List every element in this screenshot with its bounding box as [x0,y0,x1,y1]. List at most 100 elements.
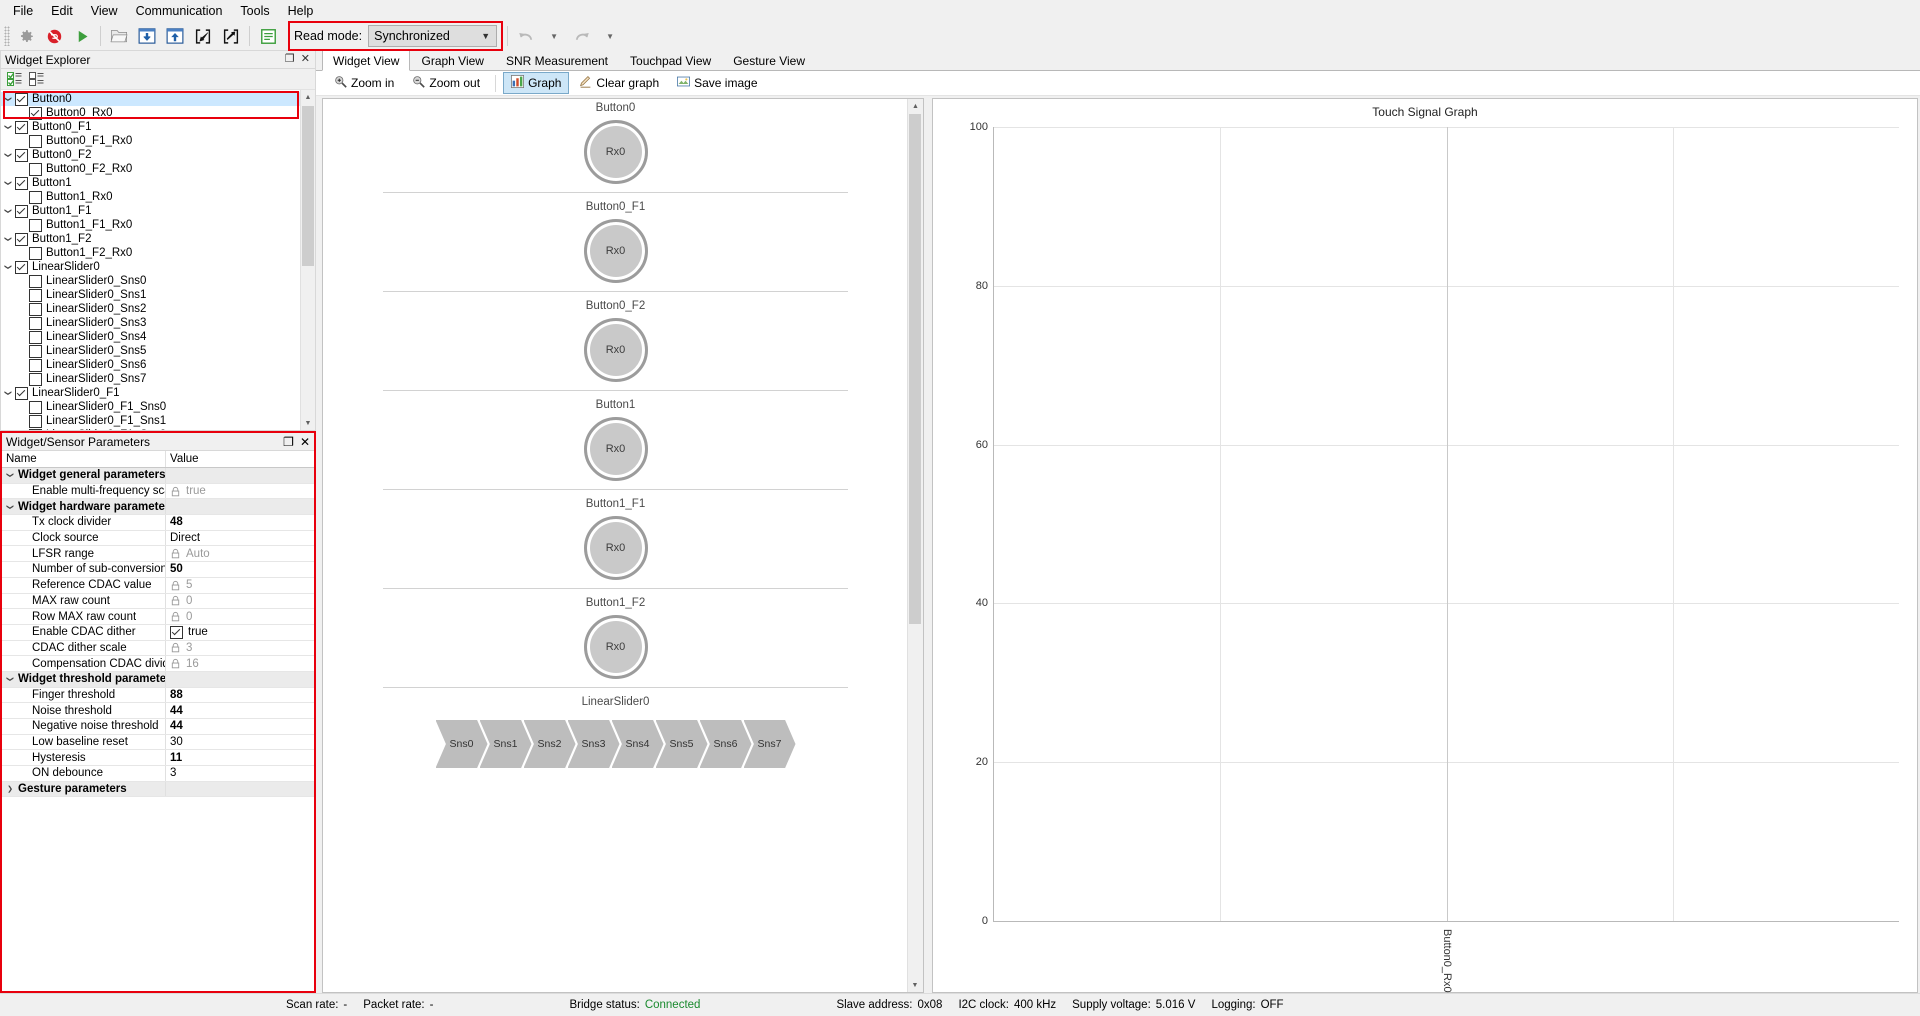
tree-node-checkbox[interactable] [15,148,28,162]
uncheck-all-icon[interactable] [29,72,45,86]
scrollbar-thumb[interactable] [302,106,314,266]
tab-snr-measurement[interactable]: SNR Measurement [494,50,620,70]
tree-node[interactable]: LinearSlider0_Sns4 [1,330,315,344]
widget-view-item[interactable]: Button0_F2 Rx0 [323,292,908,391]
parameter-value-cell[interactable]: 3 [166,641,314,656]
parameter-value-cell[interactable]: 30 [166,735,314,750]
parameter-row[interactable]: CDAC dither scale 3 [2,640,314,657]
tree-node[interactable]: LinearSlider0_Sns1 [1,288,315,302]
tree-node-checkbox[interactable] [29,106,42,120]
tree-node[interactable]: ❯ Button0_F2 [1,148,315,162]
tree-node[interactable]: LinearSlider0_F1_Sns0 [1,400,315,414]
chevron-right-icon[interactable]: ❯ [2,785,18,793]
parameter-row[interactable]: Compensation CDAC divider 16 [2,656,314,672]
zoom-out-button[interactable]: Zoom out [404,72,488,94]
linear-slider[interactable]: Sns0 Sns1 Sns2 Sns3 Sns4 Sns5 Sns6 Sns7 [323,720,908,768]
parameter-row[interactable]: ON debounce 3 [2,766,314,782]
widget-view-item[interactable]: Button1_F1 Rx0 [323,490,908,589]
settings-button[interactable] [12,23,40,49]
widget-view-item[interactable]: Button0_F1 Rx0 [323,193,908,292]
tree-node-checkbox[interactable] [15,260,28,274]
log-button[interactable] [254,23,282,49]
toolbar-grip[interactable] [4,26,10,46]
redo-button[interactable] [568,23,596,49]
parameter-value-cell[interactable]: 3 [166,766,314,781]
parameter-value-cell[interactable]: 48 [166,515,314,530]
menu-item-file[interactable]: File [4,1,42,21]
tree-node-checkbox[interactable] [29,330,42,344]
tab-gesture-view[interactable]: Gesture View [722,50,816,70]
chevron-down-icon[interactable]: ❯ [4,260,12,274]
widget-view-item[interactable]: Button0 Rx0 [323,99,908,193]
widget-button-shape[interactable]: Rx0 [583,417,648,481]
widget-tree-scrollbar[interactable]: ▲ ▼ [300,90,315,430]
widget-view-canvas[interactable]: Button0 Rx0 Button0_F1 Rx0 Button0_F2 Rx0 Butt… [322,98,924,993]
tree-node-checkbox[interactable] [15,232,28,246]
tree-node[interactable]: ❯ Button0_F1 [1,120,315,134]
tree-node[interactable]: Button0_F2_Rx0 [1,162,315,176]
tree-node[interactable]: Button1_F2_Rx0 [1,246,315,260]
menu-item-edit[interactable]: Edit [42,1,82,21]
tree-node[interactable]: ❯ LinearSlider0 [1,260,315,274]
widget-view-item[interactable]: Button1 Rx0 [323,391,908,490]
scroll-down-icon[interactable]: ▼ [909,978,921,992]
parameter-row[interactable]: Enable multi-frequency scan true [2,483,314,500]
tree-node-checkbox[interactable] [29,218,42,232]
tree-node[interactable]: LinearSlider0_Sns7 [1,372,315,386]
tree-node[interactable]: LinearSlider0_Sns6 [1,358,315,372]
zoom-in-button[interactable]: Zoom in [326,72,402,94]
clear-graph-button[interactable]: Clear graph [571,72,667,94]
parameter-group-row[interactable]: ❯ Widget threshold parameters [2,671,314,688]
parameter-value-cell[interactable] [166,499,314,515]
tree-node-checkbox[interactable] [29,274,42,288]
parameter-value-cell[interactable] [166,671,314,687]
tree-node-checkbox[interactable] [29,344,42,358]
parameter-row[interactable]: Noise threshold 44 [2,703,314,719]
read-mode-select[interactable]: Synchronized ▼ [368,25,498,47]
tree-node-checkbox[interactable] [29,372,42,386]
tree-node-checkbox[interactable] [29,302,42,316]
parameter-checkbox[interactable] [170,625,183,639]
scrollbar-thumb[interactable] [909,114,921,624]
parameter-row[interactable]: Finger threshold 88 [2,687,314,704]
parameter-value-cell[interactable]: 0 [166,594,314,609]
tree-node-checkbox[interactable] [15,92,28,106]
export-button[interactable] [217,23,245,49]
parameter-row[interactable]: Low baseline reset 30 [2,734,314,751]
chevron-down-icon[interactable]: ❯ [6,672,14,687]
widget-button-shape[interactable]: Rx0 [583,219,648,283]
parameter-value-cell[interactable]: 16 [166,656,314,671]
chevron-down-icon[interactable]: ❯ [6,468,14,483]
disconnect-button[interactable] [40,23,68,49]
menu-item-tools[interactable]: Tools [231,1,278,21]
parameter-group-row[interactable]: ❯ Widget hardware parameters [2,499,314,516]
chevron-down-icon[interactable]: ❯ [4,176,12,190]
parameter-row[interactable]: Tx clock divider 48 [2,515,314,531]
parameter-row[interactable]: Row MAX raw count 0 [2,609,314,625]
apply-to-device-button[interactable] [133,23,161,49]
chevron-down-icon[interactable]: ❯ [4,386,12,400]
tree-node-checkbox[interactable] [29,134,42,148]
menu-item-view[interactable]: View [82,1,127,21]
slider-segment[interactable]: Sns0 [435,720,488,768]
tree-node[interactable]: LinearSlider0_Sns0 [1,274,315,288]
parameter-row[interactable]: MAX raw count 0 [2,593,314,610]
tree-node[interactable]: ❯ LinearSlider0_F1 [1,386,315,400]
parameter-value-cell[interactable] [166,468,314,483]
parameter-row[interactable]: Clock source Direct [2,530,314,547]
tree-node[interactable]: ❯ Button1_F1 [1,204,315,218]
tree-node[interactable]: Button1_F1_Rx0 [1,218,315,232]
parameter-row[interactable]: LFSR range Auto [2,546,314,563]
tree-node[interactable]: Button0_F1_Rx0 [1,134,315,148]
touch-signal-graph-panel[interactable]: Touch Signal Graph 0 20 40 60 80 100 Button0_… [932,98,1918,993]
parameter-group-row[interactable]: ❯ Gesture parameters [2,781,314,798]
tree-node-checkbox[interactable] [29,162,42,176]
tree-node-checkbox[interactable] [29,400,42,414]
save-image-button[interactable]: Save image [669,72,765,94]
tree-node[interactable]: LinearSlider0_Sns3 [1,316,315,330]
scroll-up-icon[interactable]: ▲ [908,99,923,113]
tree-node-checkbox[interactable] [15,204,28,218]
undo-dropdown[interactable]: ▼ [540,23,568,49]
tree-node[interactable]: Button1_Rx0 [1,190,315,204]
widget-button-shape[interactable]: Rx0 [583,318,648,382]
